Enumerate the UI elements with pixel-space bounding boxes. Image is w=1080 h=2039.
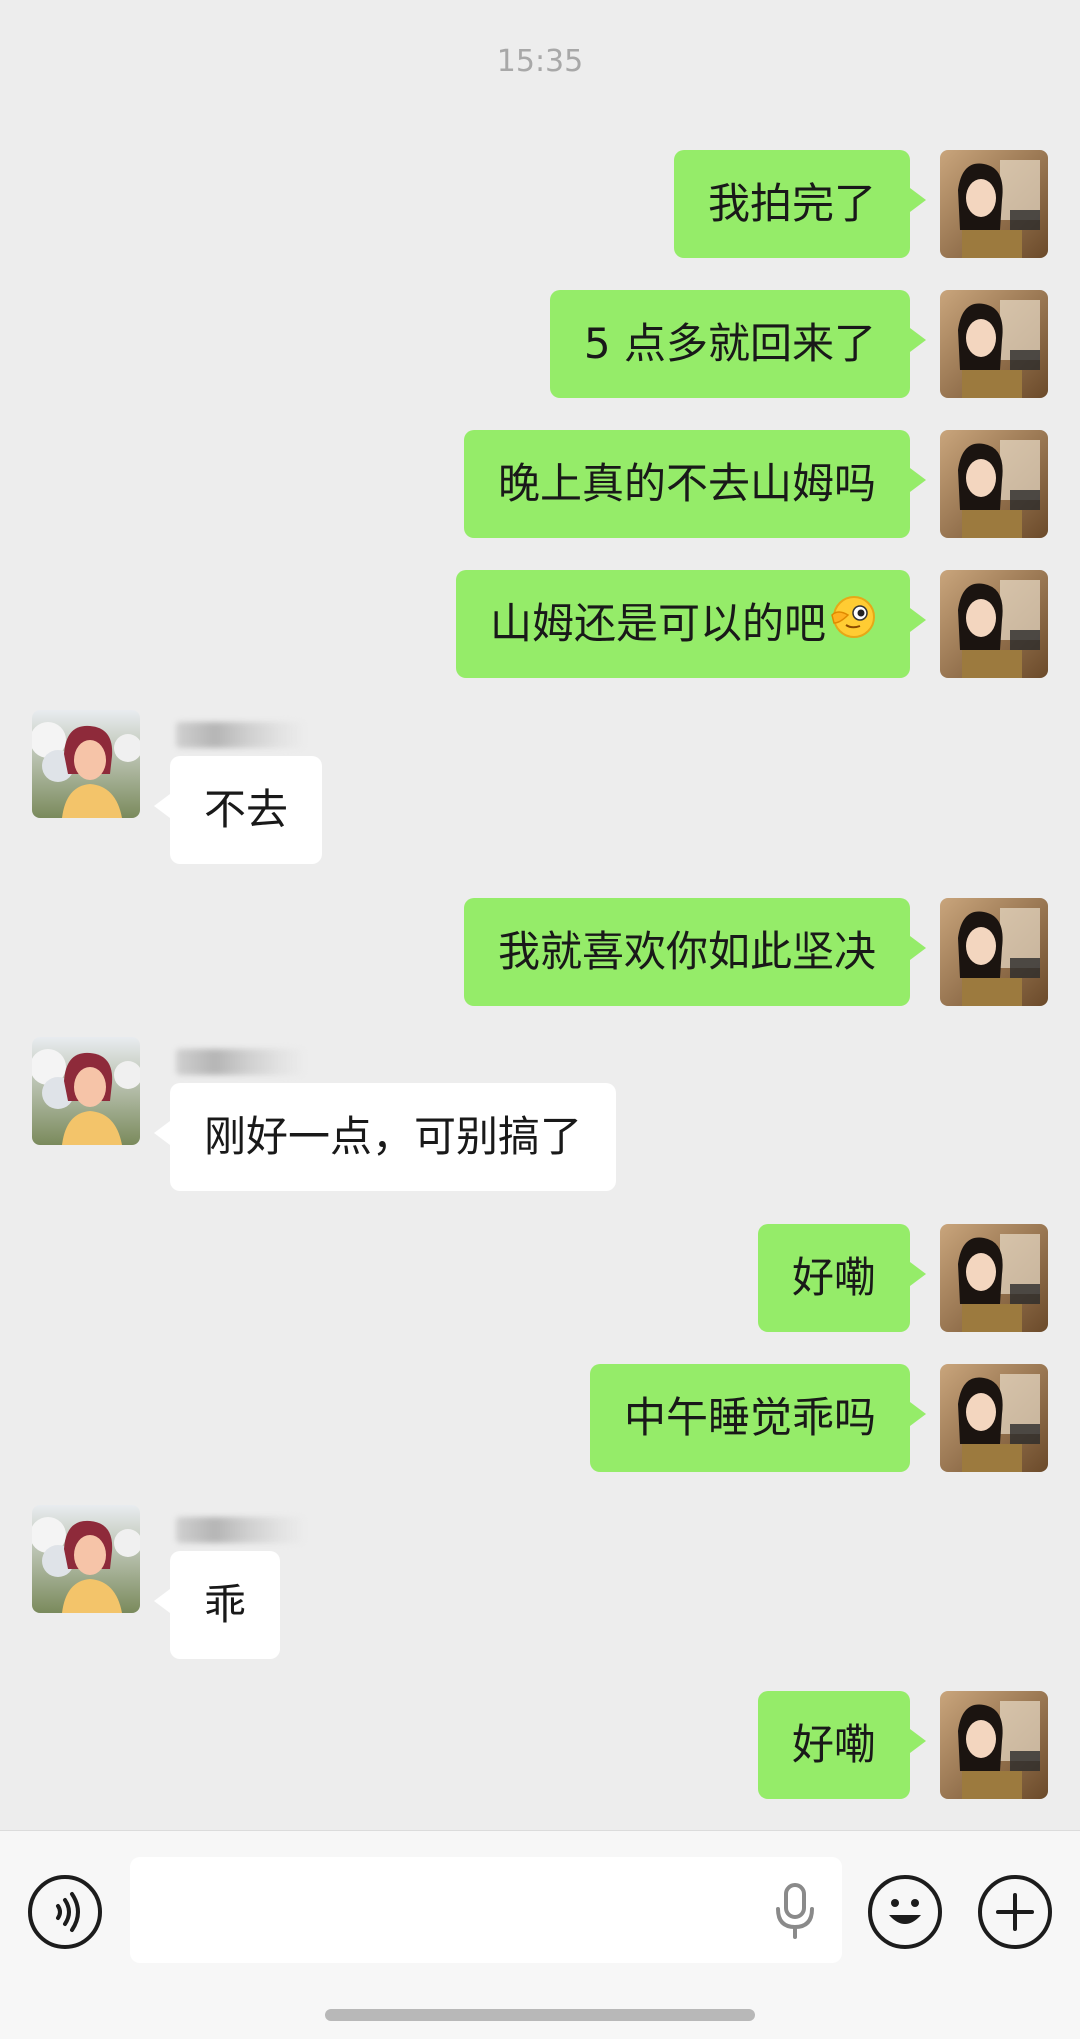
- timestamp: 15:35: [496, 44, 584, 79]
- input-toolbar: [0, 1830, 1080, 2039]
- message-input[interactable]: [130, 1857, 842, 1963]
- message-outgoing: 5 点多就回来了: [0, 290, 1080, 400]
- my-avatar[interactable]: [940, 150, 1048, 258]
- my-avatar[interactable]: [940, 570, 1048, 678]
- message-bubble[interactable]: 中午睡觉乖吗: [589, 1364, 927, 1472]
- message-bubble[interactable]: 刚好一点，可别搞了: [153, 1083, 617, 1191]
- my-avatar[interactable]: [940, 1224, 1048, 1332]
- home-indicator[interactable]: [325, 2009, 755, 2021]
- message-bubble[interactable]: 不去: [153, 756, 323, 864]
- contact-avatar[interactable]: [32, 1505, 140, 1613]
- message-outgoing: 山姆还是可以的吧: [0, 570, 1080, 680]
- message-bubble[interactable]: 5 点多就回来了: [549, 290, 927, 398]
- mic-icon[interactable]: [770, 1881, 820, 1941]
- message-bubble[interactable]: 晚上真的不去山姆吗: [463, 430, 927, 538]
- my-avatar[interactable]: [940, 1691, 1048, 1799]
- contact-name-redacted: [176, 722, 306, 748]
- voice-icon[interactable]: [28, 1875, 102, 1949]
- message-outgoing: 我就喜欢你如此坚决: [0, 898, 1080, 1008]
- message-incoming: 不去: [0, 710, 1080, 864]
- my-avatar[interactable]: [940, 430, 1048, 538]
- my-avatar[interactable]: [940, 898, 1048, 1006]
- my-avatar[interactable]: [940, 1364, 1048, 1472]
- message-outgoing: 我拍完了: [0, 150, 1080, 260]
- message-text: 山姆还是可以的吧: [489, 599, 826, 648]
- message-outgoing: 中午睡觉乖吗: [0, 1364, 1080, 1474]
- message-incoming: 刚好一点，可别搞了: [0, 1037, 1080, 1191]
- my-avatar[interactable]: [940, 290, 1048, 398]
- plus-icon[interactable]: [978, 1875, 1052, 1949]
- emoji-icon[interactable]: [868, 1875, 942, 1949]
- contact-avatar[interactable]: [32, 1037, 140, 1145]
- contact-name-redacted: [176, 1049, 306, 1075]
- message-bubble[interactable]: 好嘞: [757, 1691, 927, 1799]
- message-bubble[interactable]: 山姆还是可以的吧: [455, 570, 927, 681]
- message-incoming: 乖: [0, 1505, 1080, 1659]
- contact-avatar[interactable]: [32, 710, 140, 818]
- message-outgoing: 好嘞: [0, 1691, 1080, 1801]
- message-outgoing: 晚上真的不去山姆吗: [0, 430, 1080, 540]
- message-bubble[interactable]: 好嘞: [757, 1224, 927, 1332]
- winking-face-emoji-icon: [828, 573, 876, 681]
- contact-name-redacted: [176, 1517, 306, 1543]
- message-bubble[interactable]: 乖: [153, 1551, 281, 1659]
- message-bubble[interactable]: 我就喜欢你如此坚决: [463, 898, 927, 1006]
- message-bubble[interactable]: 我拍完了: [673, 150, 927, 258]
- message-outgoing: 好嘞: [0, 1224, 1080, 1334]
